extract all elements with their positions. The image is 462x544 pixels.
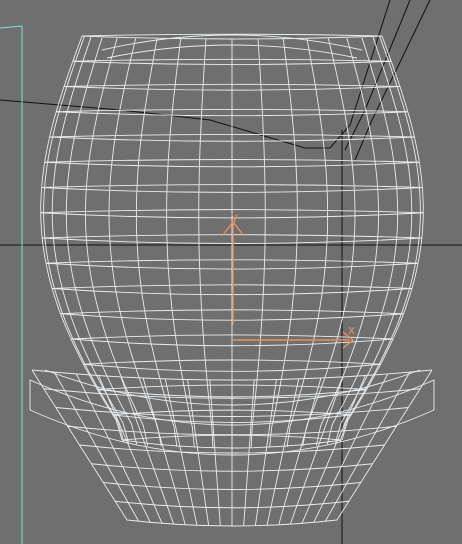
selection-edge-top bbox=[0, 25, 23, 29]
transform-gizmo[interactable]: y x bbox=[221, 210, 355, 349]
gizmo-x-label: x bbox=[348, 323, 355, 337]
mesh-ring bbox=[81, 35, 383, 40]
selected-object-outline bbox=[0, 25, 23, 544]
scene-lines bbox=[0, 0, 462, 544]
viewport-canvas[interactable]: y x bbox=[0, 0, 462, 544]
diagonal-edge-line-b bbox=[344, 0, 411, 151]
gizmo-y-label: y bbox=[231, 210, 238, 224]
mesh-base-meridian bbox=[31, 369, 128, 521]
3d-viewport[interactable]: y x bbox=[0, 0, 462, 544]
diagonal-edge-line-a bbox=[329, 0, 391, 149]
mesh-base-meridian bbox=[336, 369, 433, 521]
